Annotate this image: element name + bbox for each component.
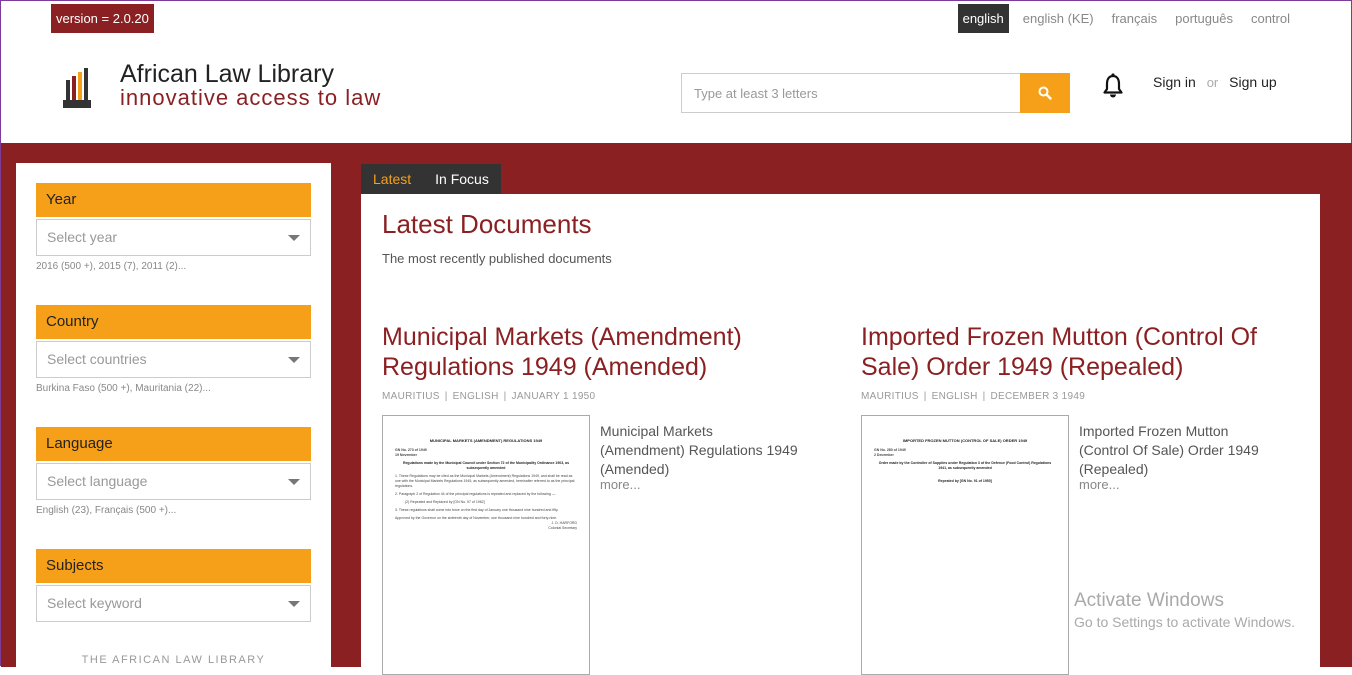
activate-windows-watermark: Activate Windows xyxy=(1074,590,1224,611)
filter-country: Country Select countries Burkina Faso (5… xyxy=(36,305,311,394)
filter-sidebar: Year Select year 2016 (500 +), 2015 (7),… xyxy=(16,163,331,667)
thumb-para: (2) Repealed and Replaced by [GN No. 97 … xyxy=(405,500,485,504)
filter-year: Year Select year 2016 (500 +), 2015 (7),… xyxy=(36,183,311,272)
thumb-para: 1. These Regulations may be cited as the… xyxy=(395,474,575,488)
document-language: ENGLISH xyxy=(931,391,978,402)
lang-english[interactable]: english xyxy=(957,4,1009,33)
auth-links: Sign in or Sign up xyxy=(1153,74,1277,90)
thumb-heading: IMPORTED FROZEN MUTTON (CONTROL OF SALE)… xyxy=(902,438,1028,443)
document-summary: Imported Frozen Mutton (Control Of Sale)… xyxy=(1079,423,1259,477)
brand-tagline: innovative access to law xyxy=(120,85,382,110)
activate-windows-hint: Go to Settings to activate Windows. xyxy=(1074,614,1295,630)
filter-subjects: Subjects Select keyword xyxy=(36,549,311,622)
search-icon xyxy=(1038,86,1052,100)
document-title-link[interactable]: Municipal Markets (Amendment) Regulation… xyxy=(382,322,802,382)
chevron-down-icon xyxy=(288,601,300,607)
document-country: MAURITIUS xyxy=(382,391,440,402)
document-card: Imported Frozen Mutton (Control Of Sale)… xyxy=(861,322,1281,675)
filter-year-heading: Year xyxy=(36,183,311,217)
thumb-repealed: Repealed by [GN No. 91 of 1950] xyxy=(938,479,992,483)
document-language: ENGLISH xyxy=(452,391,499,402)
filter-language-heading: Language xyxy=(36,427,311,461)
subjects-select-placeholder: Select keyword xyxy=(47,595,142,611)
language-hint: English (23), Français (500 +)... xyxy=(36,505,177,516)
more-link[interactable]: more... xyxy=(600,477,640,492)
country-hint: Burkina Faso (500 +), Mauritania (22)... xyxy=(36,383,211,394)
lang-portugues[interactable]: português xyxy=(1166,4,1242,33)
document-summary: Municipal Markets (Amendment) Regulation… xyxy=(600,423,798,477)
language-switcher: english english (KE) français português … xyxy=(957,4,1299,33)
thumb-gn-date: 19 November xyxy=(395,453,417,457)
document-thumbnail[interactable]: MUNICIPAL MARKETS (AMENDMENT) REGULATION… xyxy=(382,415,590,675)
document-meta: MAURITIUS | ENGLISH | DECEMBER 3 1949 xyxy=(861,391,1086,402)
year-select-placeholder: Select year xyxy=(47,229,118,245)
lang-english-ke[interactable]: english (KE) xyxy=(1014,4,1103,33)
thumb-made-by: Regulations made by the Municipal Counci… xyxy=(402,461,570,470)
filter-country-heading: Country xyxy=(36,305,311,339)
page-title: Latest Documents xyxy=(382,209,592,239)
document-meta: MAURITIUS | ENGLISH | JANUARY 1 1950 xyxy=(382,391,596,402)
thumb-gn-date: 2 December xyxy=(874,453,894,457)
filter-language: Language Select language English (23), F… xyxy=(36,427,311,516)
library-logo-icon[interactable] xyxy=(63,68,91,108)
search-input[interactable] xyxy=(681,73,1020,113)
subjects-select[interactable]: Select keyword xyxy=(36,585,311,622)
document-tabs: Latest In Focus xyxy=(361,164,501,194)
sign-in-link[interactable]: Sign in xyxy=(1153,74,1196,90)
version-badge: version = 2.0.20 xyxy=(51,4,154,33)
chevron-down-icon xyxy=(288,357,300,363)
search-button[interactable] xyxy=(1020,73,1070,113)
thumb-heading: MUNICIPAL MARKETS (AMENDMENT) REGULATION… xyxy=(429,438,543,443)
language-select[interactable]: Select language xyxy=(36,463,311,500)
lang-francais[interactable]: français xyxy=(1103,4,1167,33)
document-date: JANUARY 1 1950 xyxy=(511,391,596,402)
more-link[interactable]: more... xyxy=(1079,477,1119,492)
document-thumbnail[interactable]: IMPORTED FROZEN MUTTON (CONTROL OF SALE)… xyxy=(861,415,1069,675)
sidebar-footer: THE AFRICAN LAW LIBRARY xyxy=(81,654,266,666)
document-title-link[interactable]: Imported Frozen Mutton (Control Of Sale)… xyxy=(861,322,1281,382)
language-select-placeholder: Select language xyxy=(47,473,148,489)
year-hint: 2016 (500 +), 2015 (7), 2011 (2)... xyxy=(36,261,187,272)
year-select[interactable]: Select year xyxy=(36,219,311,256)
document-country: MAURITIUS xyxy=(861,391,919,402)
lang-control[interactable]: control xyxy=(1242,4,1299,33)
bell-icon[interactable] xyxy=(1102,73,1124,99)
sign-up-link[interactable]: Sign up xyxy=(1229,74,1276,90)
chevron-down-icon xyxy=(288,235,300,241)
thumb-para: 3. These regulations shall come into for… xyxy=(395,508,559,512)
filter-subjects-heading: Subjects xyxy=(36,549,311,583)
thumb-approved: Approved by the Governor on the sixteent… xyxy=(395,516,558,520)
thumb-made-by: Order made by the Controller of Supplies… xyxy=(878,461,1052,470)
thumb-para: 2. Paragraph 2 of Regulation 44 of the p… xyxy=(395,492,556,496)
tab-in-focus[interactable]: In Focus xyxy=(423,164,501,194)
page-subtitle: The most recently published documents xyxy=(382,251,612,266)
country-select-placeholder: Select countries xyxy=(47,351,147,367)
document-date: DECEMBER 3 1949 xyxy=(990,391,1086,402)
chevron-down-icon xyxy=(288,479,300,485)
tab-latest[interactable]: Latest xyxy=(361,164,423,194)
document-card: Municipal Markets (Amendment) Regulation… xyxy=(382,322,802,675)
auth-separator: or xyxy=(1206,75,1219,90)
country-select[interactable]: Select countries xyxy=(36,341,311,378)
thumb-signer-title: Colonial Secretary xyxy=(548,526,577,530)
